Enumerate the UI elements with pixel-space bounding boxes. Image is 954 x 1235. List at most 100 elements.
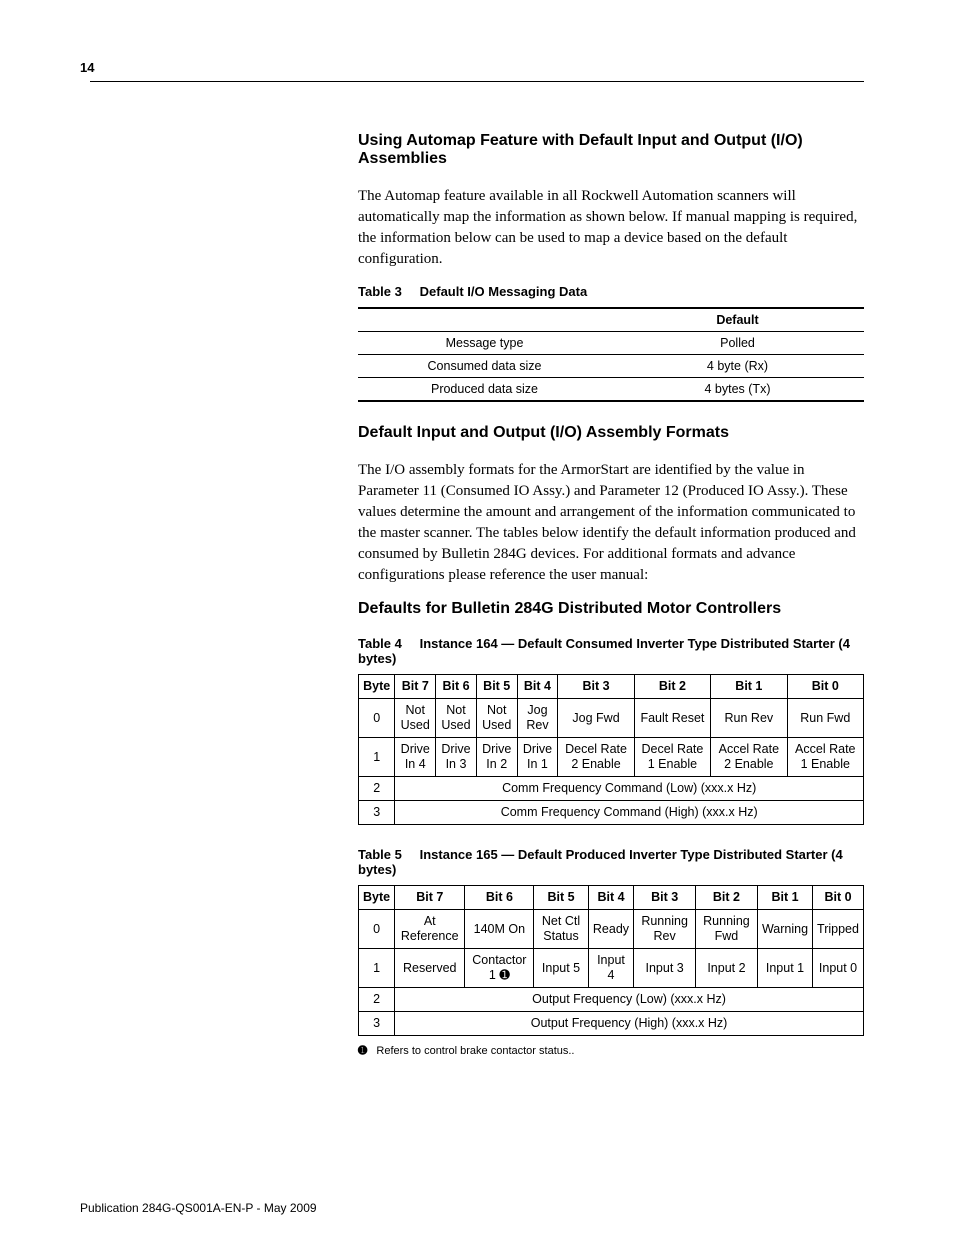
- table-row: 1 Reserved Contactor 1 ➊ Input 5 Input 4…: [359, 949, 864, 988]
- th-bit2: Bit 2: [634, 675, 710, 699]
- th-bit7: Bit 7: [395, 675, 436, 699]
- th-bit4: Bit 4: [517, 675, 558, 699]
- cell: 3: [359, 1012, 395, 1036]
- table-row: 2 Output Frequency (Low) (xxx.x Hz): [359, 988, 864, 1012]
- th-bit1: Bit 1: [757, 886, 812, 910]
- cell: Jog Fwd: [558, 699, 634, 738]
- cell: 3: [359, 801, 395, 825]
- table3-r2-label: Produced data size: [358, 378, 611, 402]
- cell: Contactor 1 ➊: [465, 949, 534, 988]
- th-byte: Byte: [359, 675, 395, 699]
- table-instance-165: Byte Bit 7 Bit 6 Bit 5 Bit 4 Bit 3 Bit 2…: [358, 885, 864, 1036]
- cell: Drive In 3: [436, 738, 477, 777]
- table-row: Message type Polled: [358, 332, 864, 355]
- cell: Net Ctl Status: [534, 910, 588, 949]
- table3-caption-number: Table 3: [358, 284, 416, 299]
- cell: Running Rev: [634, 910, 696, 949]
- cell: 2: [359, 777, 395, 801]
- heading-io-formats: Default Input and Output (I/O) Assembly …: [358, 424, 864, 442]
- table5-caption-number: Table 5: [358, 847, 416, 862]
- th-bit7: Bit 7: [395, 886, 465, 910]
- table-row: 0 At Reference 140M On Net Ctl Status Re…: [359, 910, 864, 949]
- table3-r0-label: Message type: [358, 332, 611, 355]
- cell: Running Fwd: [695, 910, 757, 949]
- heading-284g: Defaults for Bulletin 284G Distributed M…: [358, 600, 864, 618]
- th-bit3: Bit 3: [558, 675, 634, 699]
- publication-footer: Publication 284G-QS001A-EN-P - May 2009: [80, 1201, 317, 1215]
- cell: Drive In 2: [476, 738, 517, 777]
- cell: Reserved: [395, 949, 465, 988]
- table5-caption: Table 5 Instance 165 — Default Produced …: [358, 847, 864, 877]
- footnote: ➊ Refers to control brake contactor stat…: [358, 1044, 864, 1057]
- cell: Decel Rate 1 Enable: [634, 738, 710, 777]
- footnote-text: Refers to control brake contactor status…: [376, 1045, 574, 1057]
- cell: Fault Reset: [634, 699, 710, 738]
- paragraph-io-formats: The I/O assembly formats for the ArmorSt…: [358, 460, 864, 586]
- table-header-row: Byte Bit 7 Bit 6 Bit 5 Bit 4 Bit 3 Bit 2…: [359, 675, 864, 699]
- cell: Accel Rate 1 Enable: [787, 738, 863, 777]
- divider: [90, 81, 864, 82]
- table3-r1-label: Consumed data size: [358, 355, 611, 378]
- table3-r2-value: 4 bytes (Tx): [611, 378, 864, 402]
- table5-caption-title: Instance 165 — Default Produced Inverter…: [358, 847, 843, 877]
- cell: 2: [359, 988, 395, 1012]
- cell: 0: [359, 699, 395, 738]
- table3-r0-value: Polled: [611, 332, 864, 355]
- footnote-marker-icon: ➊: [358, 1045, 367, 1057]
- cell: Drive In 4: [395, 738, 436, 777]
- table-row: Consumed data size 4 byte (Rx): [358, 355, 864, 378]
- cell-span: Output Frequency (High) (xxx.x Hz): [395, 1012, 864, 1036]
- table-row: 1 Drive In 4 Drive In 3 Drive In 2 Drive…: [359, 738, 864, 777]
- cell: Drive In 1: [517, 738, 558, 777]
- th-bit6: Bit 6: [436, 675, 477, 699]
- table-instance-164: Byte Bit 7 Bit 6 Bit 5 Bit 4 Bit 3 Bit 2…: [358, 674, 864, 825]
- cell: Not Used: [476, 699, 517, 738]
- table3-r1-value: 4 byte (Rx): [611, 355, 864, 378]
- table-row: 3 Output Frequency (High) (xxx.x Hz): [359, 1012, 864, 1036]
- cell: Input 4: [588, 949, 634, 988]
- table-row: 3 Comm Frequency Command (High) (xxx.x H…: [359, 801, 864, 825]
- cell: At Reference: [395, 910, 465, 949]
- th-bit5: Bit 5: [476, 675, 517, 699]
- cell-span: Comm Frequency Command (High) (xxx.x Hz): [395, 801, 864, 825]
- th-bit0: Bit 0: [813, 886, 864, 910]
- cell: Not Used: [436, 699, 477, 738]
- th-bit2: Bit 2: [695, 886, 757, 910]
- cell: Input 5: [534, 949, 588, 988]
- cell-span: Output Frequency (Low) (xxx.x Hz): [395, 988, 864, 1012]
- cell-span: Comm Frequency Command (Low) (xxx.x Hz): [395, 777, 864, 801]
- table4-caption-title: Instance 164 — Default Consumed Inverter…: [358, 636, 850, 666]
- cell: Input 3: [634, 949, 696, 988]
- table4-caption-number: Table 4: [358, 636, 416, 651]
- heading-automap: Using Automap Feature with Default Input…: [358, 132, 864, 168]
- cell: 0: [359, 910, 395, 949]
- cell: Decel Rate 2 Enable: [558, 738, 634, 777]
- cell: 1: [359, 738, 395, 777]
- cell: 140M On: [465, 910, 534, 949]
- table-row: Produced data size 4 bytes (Tx): [358, 378, 864, 402]
- th-byte: Byte: [359, 886, 395, 910]
- page-number: 14: [80, 60, 864, 75]
- th-bit1: Bit 1: [711, 675, 787, 699]
- cell: Warning: [757, 910, 812, 949]
- cell: Accel Rate 2 Enable: [711, 738, 787, 777]
- table3-caption-title: Default I/O Messaging Data: [420, 284, 588, 299]
- table-header-row: Byte Bit 7 Bit 6 Bit 5 Bit 4 Bit 3 Bit 2…: [359, 886, 864, 910]
- cell: Ready: [588, 910, 634, 949]
- th-bit4: Bit 4: [588, 886, 634, 910]
- cell: Tripped: [813, 910, 864, 949]
- th-bit0: Bit 0: [787, 675, 863, 699]
- table3-header-default: Default: [611, 308, 864, 332]
- table-default-io: Default Message type Polled Consumed dat…: [358, 307, 864, 402]
- cell: Not Used: [395, 699, 436, 738]
- cell: Run Rev: [711, 699, 787, 738]
- paragraph-automap: The Automap feature available in all Roc…: [358, 186, 864, 270]
- cell: Jog Rev: [517, 699, 558, 738]
- th-bit3: Bit 3: [634, 886, 696, 910]
- th-bit5: Bit 5: [534, 886, 588, 910]
- cell: Input 1: [757, 949, 812, 988]
- table3-caption: Table 3 Default I/O Messaging Data: [358, 284, 864, 299]
- cell: Input 2: [695, 949, 757, 988]
- table-row: 0 Not Used Not Used Not Used Jog Rev Jog…: [359, 699, 864, 738]
- table4-caption: Table 4 Instance 164 — Default Consumed …: [358, 636, 864, 666]
